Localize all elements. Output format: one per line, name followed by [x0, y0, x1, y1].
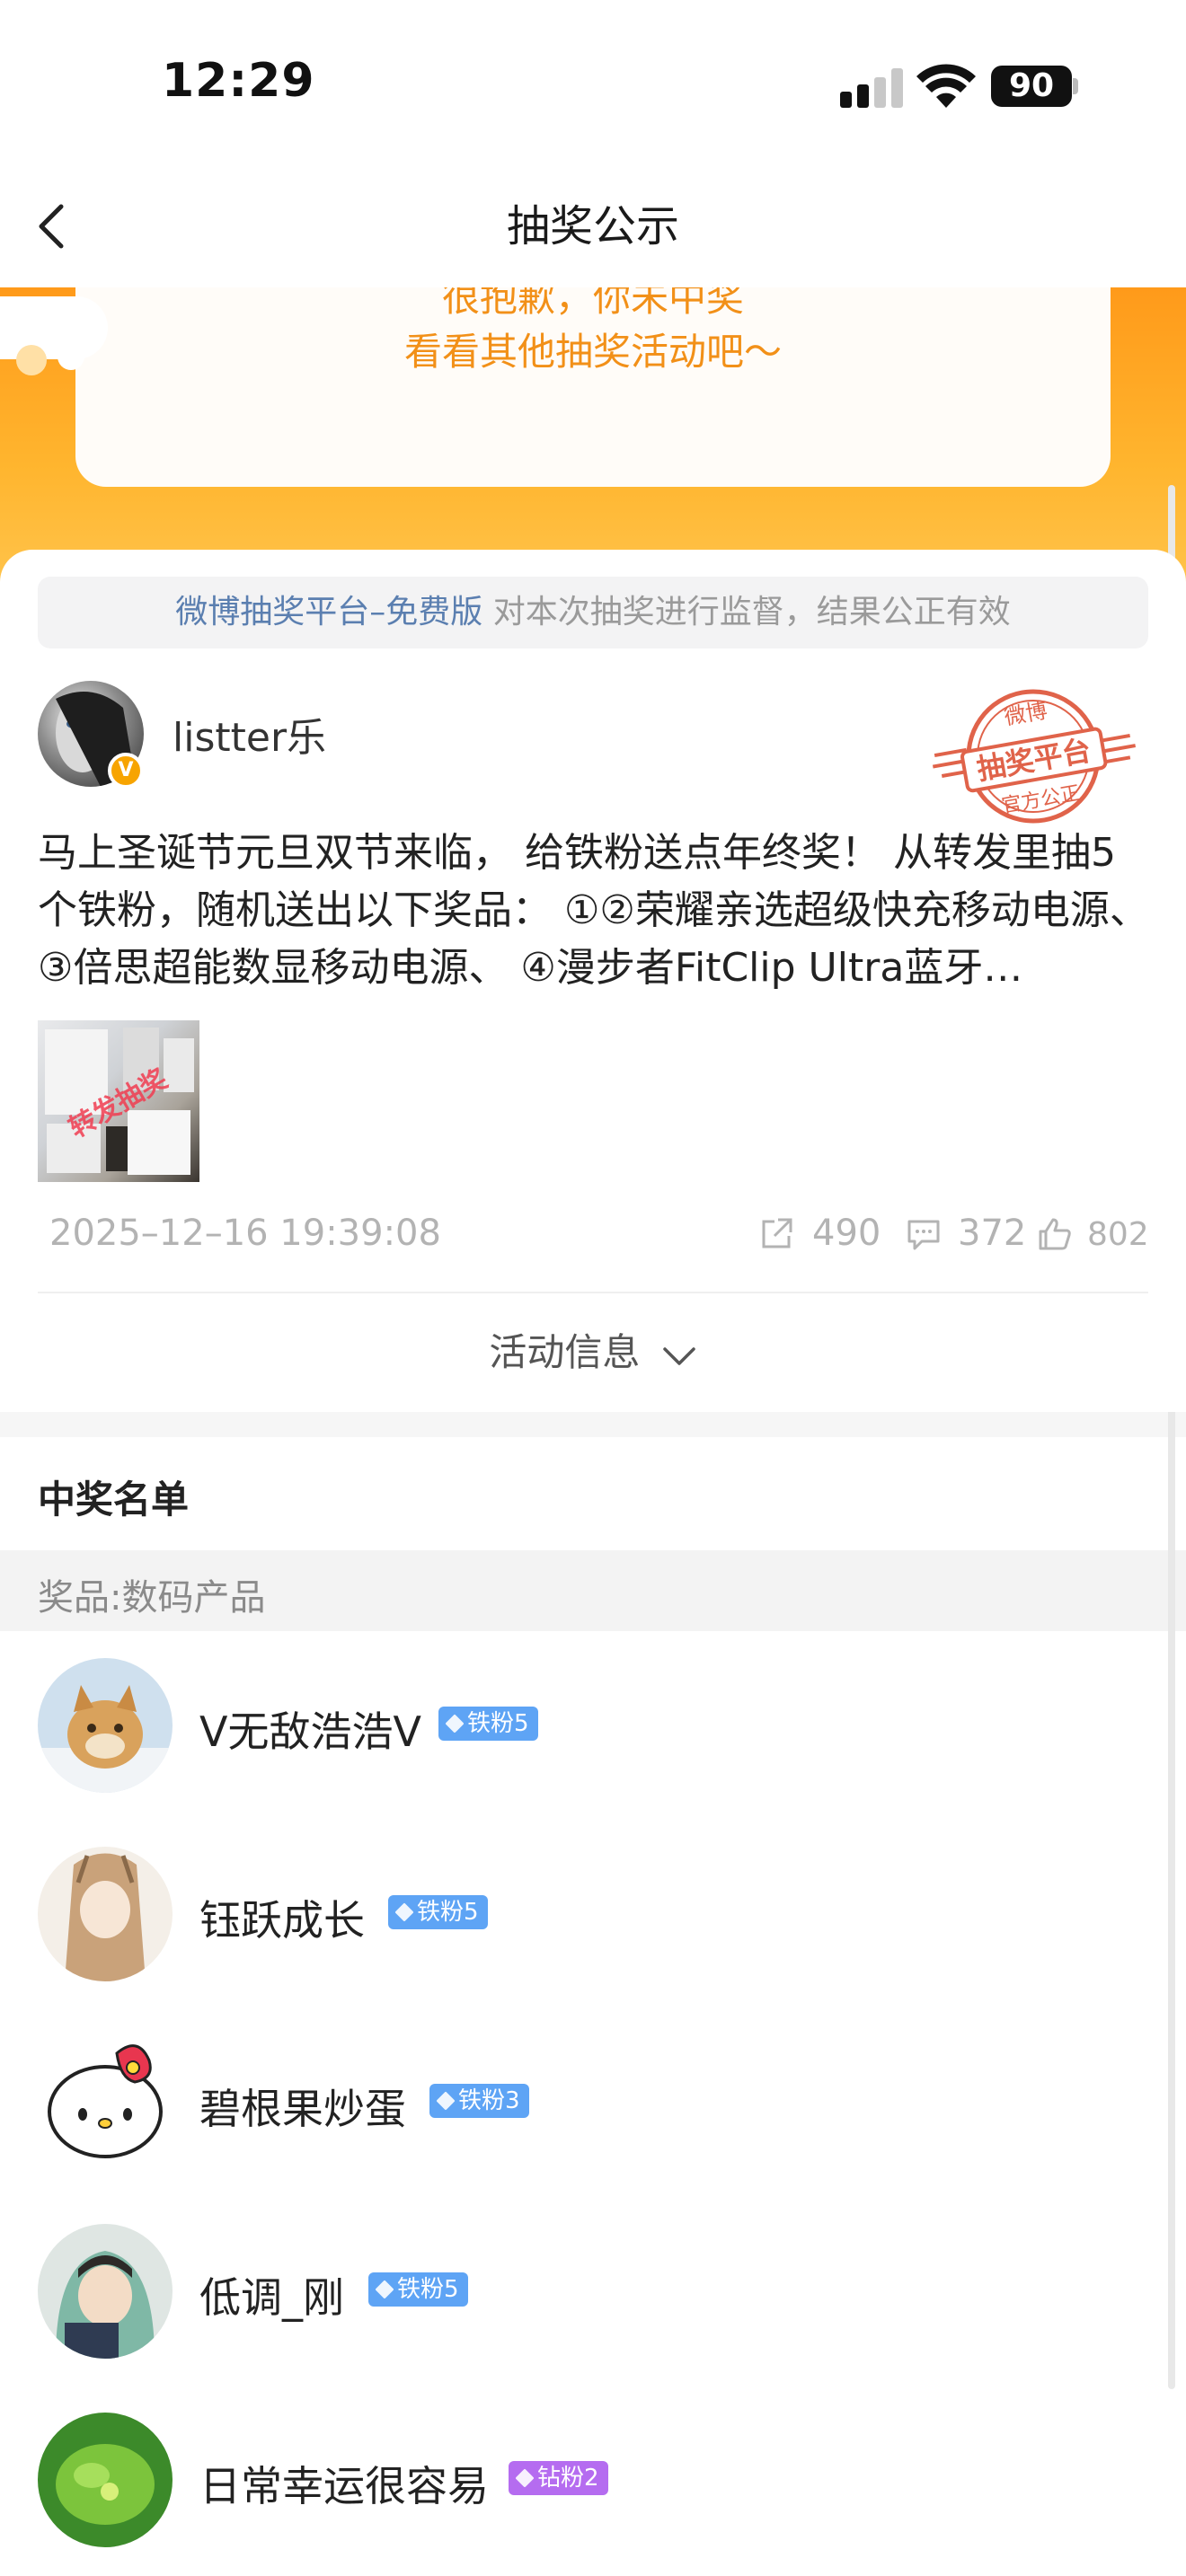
fan-level-badge: 铁粉5 [388, 1895, 488, 1929]
post-timestamp: 2025–12–16 19:39:08 [49, 1213, 441, 1254]
winner-avatar[interactable] [38, 2413, 173, 2547]
like-icon[interactable] [1037, 1216, 1073, 1252]
winner-name[interactable]: 钰跃成长 [199, 1888, 365, 1947]
like-count[interactable]: 802 [1087, 1216, 1149, 1253]
diamond-icon [394, 1902, 414, 1922]
comment-count[interactable]: 372 [958, 1213, 1026, 1254]
diamond-icon [445, 1714, 465, 1734]
banner-decoration [16, 345, 47, 375]
post-content[interactable]: 马上圣诞节元旦双节来临， 给铁粉送点年终奖！ 从转发里抽5个铁粉，随机送出以下奖… [38, 825, 1152, 997]
battery-indicator: 90 [991, 66, 1072, 107]
winner-name[interactable]: 日常幸运很容易 [199, 2454, 489, 2513]
activity-info-label: 活动信息 [489, 1330, 641, 1374]
divider [38, 1292, 1148, 1293]
fan-level-label: 铁粉5 [417, 1899, 479, 1926]
fan-level-label: 铁粉3 [458, 2087, 520, 2114]
supervision-statement: 对本次抽奖进行监督，结果公正有效 [482, 594, 1011, 631]
stamp-top-text: 微博 [1003, 698, 1049, 730]
comment-icon[interactable] [906, 1216, 942, 1252]
winner-name[interactable]: 碧根果炒蛋 [199, 2077, 406, 2136]
status-time: 12:29 [162, 54, 315, 108]
fan-level-badge: 铁粉3 [429, 2084, 529, 2118]
repost-icon[interactable] [758, 1216, 794, 1252]
stamp-bottom-text: 官方公正 [1000, 782, 1082, 818]
fan-level-label: 铁粉5 [467, 1710, 529, 1737]
fan-level-badge: 铁粉5 [438, 1707, 538, 1741]
section-gap [0, 1412, 1186, 1437]
chevron-down-icon [662, 1346, 695, 1365]
poster-name[interactable]: listter乐 [173, 705, 326, 763]
lottery-platform-stamp-icon: 微博 抽奖平台 官方公正 [932, 689, 1137, 824]
diamond-icon [375, 2280, 394, 2299]
repost-count[interactable]: 490 [812, 1213, 881, 1254]
fan-level-label: 铁粉5 [397, 2276, 459, 2303]
see-other-lotteries-link[interactable]: 看看其他抽奖活动吧～ [75, 328, 1111, 376]
winner-name[interactable]: 低调_刚 [199, 2265, 344, 2325]
fan-level-label: 钻粉2 [537, 2465, 599, 2492]
winner-name[interactable]: V无敌浩浩V [199, 1699, 421, 1759]
fan-level-badge: 铁粉5 [368, 2272, 468, 2307]
verified-icon: V [108, 753, 144, 789]
winner-avatar[interactable] [38, 1658, 173, 1793]
diamond-icon [436, 2091, 456, 2111]
winner-avatar[interactable] [38, 2224, 173, 2359]
wifi-icon [916, 64, 976, 108]
activity-info-toggle[interactable]: 活动信息 [0, 1328, 1186, 1378]
post-image-thumbnail[interactable]: 转发抽奖 [38, 1020, 199, 1182]
battery-cap [1073, 78, 1078, 94]
winners-title: 中奖名单 [38, 1478, 190, 1522]
supervision-notice: 微博抽奖平台–免费版 对本次抽奖进行监督，结果公正有效 [38, 577, 1148, 648]
page-title: 抽奖公示 [506, 201, 679, 251]
platform-link[interactable]: 微博抽奖平台–免费版 [175, 594, 482, 631]
winner-avatar[interactable] [38, 2035, 173, 2170]
prize-label: 奖品:数码产品 [38, 1577, 266, 1619]
fan-level-badge: 钻粉2 [509, 2461, 608, 2495]
winner-avatar[interactable] [38, 1847, 173, 1981]
cellular-signal-icon [840, 68, 903, 108]
diamond-icon [515, 2468, 535, 2488]
